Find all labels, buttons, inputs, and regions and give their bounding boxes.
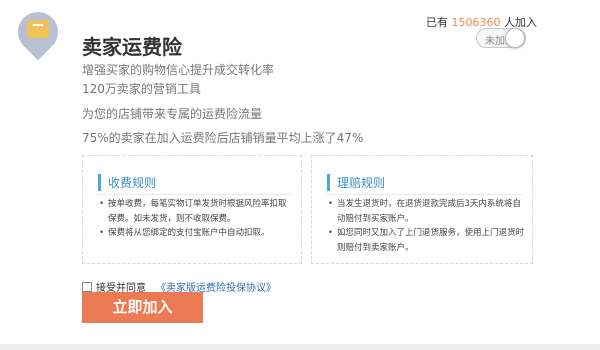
feature-line: 为您的店铺带来专属的运费险流量 xyxy=(82,107,263,121)
join-count: 已有 1506360 人加入 xyxy=(426,14,537,30)
fee-rules-list: 按单收费，每笔实物订单发货时根据风险率扣取保费。如未发货，则不收取保费。 保费将… xyxy=(99,197,293,241)
fee-rule-item: 按单收费，每笔实物订单发货时根据风险率扣取保费。如未发货，则不收取保费。 xyxy=(99,197,293,226)
feature-line: 增强买家的购物信心提升成交转化率 xyxy=(82,63,275,77)
feature-line: 120万卖家的营销工具 xyxy=(82,82,201,96)
feature-line: 75%的卖家在加入运费险后店铺销量平均上涨了47% xyxy=(82,131,364,145)
page-title: 卖家运费险 xyxy=(82,35,182,59)
claim-rules-title: 理赔规则 xyxy=(327,174,385,191)
box-icon xyxy=(27,20,49,38)
claim-rule-item: 如您同时又加入了上门退货服务，使用上门退货时则赔付到卖家账户。 xyxy=(328,226,524,255)
fee-rules-title: 收费规则 xyxy=(98,174,156,191)
fee-rules-box: 收费规则 按单收费，每笔实物订单发货时根据风险率扣取保费。如未发货，则不收取保费… xyxy=(82,155,302,264)
divider xyxy=(326,194,522,195)
claim-rule-item: 当发生退货时，在退货退款完成后3天内系统将自动赔付到买家账户。 xyxy=(328,197,524,226)
join-count-prefix: 已有 xyxy=(426,16,448,29)
claim-rules-list: 当发生退货时，在退货退款完成后3天内系统将自动赔付到买家账户。 如您同时又加入了… xyxy=(328,197,524,255)
agreement-checkbox[interactable] xyxy=(82,281,92,292)
join-toggle[interactable]: 未加入 xyxy=(476,28,526,48)
divider xyxy=(97,194,291,195)
claim-rules-box: 理赔规则 当发生退货时，在退货退款完成后3天内系统将自动赔付到买家账户。 如您同… xyxy=(311,155,533,264)
fee-rule-item: 保费将从您绑定的支付宝账户中自动扣取。 xyxy=(99,226,293,241)
toggle-knob[interactable] xyxy=(505,28,525,48)
join-now-button[interactable]: 立即加入 xyxy=(82,292,203,323)
bottom-bar xyxy=(0,344,600,350)
